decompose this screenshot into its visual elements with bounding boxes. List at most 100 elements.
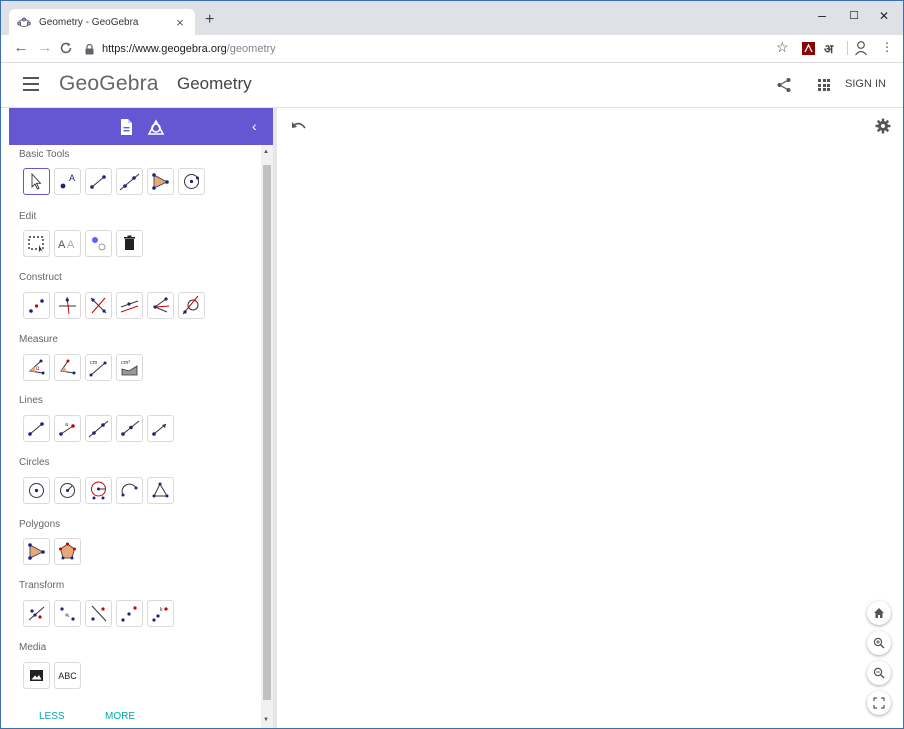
- circle-center-point-tool[interactable]: [178, 168, 205, 195]
- tab-title: Geometry - GeoGebra: [39, 16, 139, 28]
- more-button[interactable]: MORE: [105, 711, 135, 722]
- ray-tool[interactable]: [116, 415, 143, 442]
- forward-button[interactable]: →: [37, 40, 53, 56]
- new-tab-button[interactable]: +: [205, 11, 214, 29]
- circle-three-points-tool[interactable]: [85, 477, 112, 504]
- app-header: GeoGebra Geometry SIGN IN: [1, 63, 903, 108]
- share-icon[interactable]: [776, 77, 792, 93]
- dilate-tool[interactable]: k: [147, 600, 174, 627]
- circle-three-points-icon: [91, 481, 106, 500]
- edit-tools-row: AA: [23, 230, 143, 257]
- polygon-tool-2[interactable]: [23, 538, 50, 565]
- algebra-view-tab-icon[interactable]: [115, 116, 137, 138]
- apps-grid-icon[interactable]: [818, 79, 830, 91]
- angle-bisector-icon: [153, 297, 170, 313]
- lines-tools-row: a: [23, 415, 174, 442]
- parallel-line-tool[interactable]: [116, 292, 143, 319]
- point-icon: A: [60, 173, 75, 189]
- delete-tool[interactable]: [116, 230, 143, 257]
- perpendicular-bisector-icon: [90, 297, 107, 314]
- undo-icon[interactable]: [291, 120, 307, 132]
- move-icon: [31, 172, 42, 190]
- measure-tools-row: α cm cm²: [23, 354, 143, 381]
- sign-in-button[interactable]: SIGN IN: [845, 78, 886, 90]
- tangents-icon: [182, 295, 199, 315]
- svg-text:A: A: [58, 239, 66, 251]
- angle-given-size-icon: [60, 359, 76, 375]
- text-style-tool[interactable]: AA: [54, 230, 81, 257]
- reflect-line-tool[interactable]: [23, 600, 50, 627]
- tool-list: Basic Tools A Edit A A Construct Measure…: [9, 145, 261, 728]
- svg-text:α: α: [36, 366, 40, 372]
- ray-icon: [121, 420, 140, 436]
- image-tool[interactable]: [23, 662, 50, 689]
- graphics-view[interactable]: [277, 108, 903, 728]
- tools-tab-icon[interactable]: [145, 116, 167, 138]
- minimize-button[interactable]: –: [807, 7, 837, 23]
- tools-panel: ‹ Basic Tools A Edit A A Construct Measu…: [9, 108, 273, 728]
- tab-close-icon[interactable]: ×: [173, 15, 187, 30]
- home-button[interactable]: [867, 601, 891, 625]
- settings-gear-icon[interactable]: [875, 118, 891, 134]
- segment-fixed-length-tool[interactable]: a: [54, 415, 81, 442]
- line-tool[interactable]: [116, 168, 143, 195]
- angle-bisector-tool[interactable]: [147, 292, 174, 319]
- compass-tool[interactable]: [54, 477, 81, 504]
- regular-polygon-tool[interactable]: [54, 538, 81, 565]
- scroll-up-icon[interactable]: ▲: [263, 149, 269, 155]
- profile-avatar-icon[interactable]: [854, 40, 868, 56]
- select-objects-tool[interactable]: [23, 230, 50, 257]
- hindi-extension-icon[interactable]: अ: [824, 40, 833, 57]
- collapse-panel-icon[interactable]: ‹: [252, 118, 257, 134]
- bookmark-star-icon[interactable]: ☆: [776, 39, 789, 56]
- polygon-tool[interactable]: [147, 168, 174, 195]
- zoom-in-button[interactable]: [867, 631, 891, 655]
- geogebra-logo[interactable]: GeoGebra: [59, 72, 159, 96]
- distance-length-tool[interactable]: cm: [85, 354, 112, 381]
- segment-tool[interactable]: [85, 168, 112, 195]
- line-tool-2[interactable]: [85, 415, 112, 442]
- area-tool[interactable]: cm²: [116, 354, 143, 381]
- circle-center-point-tool-2[interactable]: [23, 477, 50, 504]
- svg-text:cm²: cm²: [121, 360, 130, 366]
- reflect-circle-tool[interactable]: [85, 600, 112, 627]
- close-window-button[interactable]: ✕: [869, 9, 899, 23]
- zoom-out-button[interactable]: [867, 661, 891, 685]
- reflect-point-tool[interactable]: [54, 600, 81, 627]
- less-button[interactable]: LESS: [39, 711, 65, 722]
- fullscreen-button[interactable]: [867, 691, 891, 715]
- browser-menu-icon[interactable]: ⋮: [881, 40, 893, 54]
- show-hide-tool[interactable]: [85, 230, 112, 257]
- scroll-down-icon[interactable]: ▼: [263, 717, 269, 723]
- reflect-point-icon: [60, 607, 75, 621]
- url-field[interactable]: https://www.geogebra.org/geometry: [85, 39, 789, 59]
- text-tool[interactable]: ABC: [54, 662, 81, 689]
- back-button[interactable]: ←: [13, 40, 29, 56]
- hamburger-icon[interactable]: [23, 77, 39, 91]
- select-objects-icon: [28, 236, 44, 252]
- move-tool[interactable]: [23, 168, 50, 195]
- scroll-thumb[interactable]: [263, 165, 271, 700]
- pdf-extension-icon[interactable]: [802, 42, 815, 55]
- segment-tool-2[interactable]: [23, 415, 50, 442]
- angle-given-size-tool[interactable]: [54, 354, 81, 381]
- midpoint-tool[interactable]: [23, 292, 50, 319]
- maximize-button[interactable]: ☐: [839, 9, 869, 22]
- tangents-tool[interactable]: [178, 292, 205, 319]
- perpendicular-bisector-tool[interactable]: [85, 292, 112, 319]
- circumcircular-arc-tool[interactable]: [147, 477, 174, 504]
- url-host: https://www.geogebra.org: [102, 43, 227, 55]
- angle-tool[interactable]: α: [23, 354, 50, 381]
- circle-center-point-icon: [29, 483, 44, 498]
- semicircle-tool[interactable]: [116, 477, 143, 504]
- section-basic-tools: Basic Tools: [19, 149, 70, 160]
- tools-scrollbar[interactable]: ▲ ▼: [261, 145, 273, 728]
- perpendicular-line-tool[interactable]: [54, 292, 81, 319]
- point-tool[interactable]: A: [54, 168, 81, 195]
- vector-tool[interactable]: [147, 415, 174, 442]
- toolbar-divider: [847, 41, 848, 55]
- reload-icon[interactable]: [59, 41, 73, 55]
- rotate-tool[interactable]: [116, 600, 143, 627]
- app-title: Geometry: [177, 74, 252, 93]
- browser-tab[interactable]: Geometry - GeoGebra ×: [9, 9, 195, 35]
